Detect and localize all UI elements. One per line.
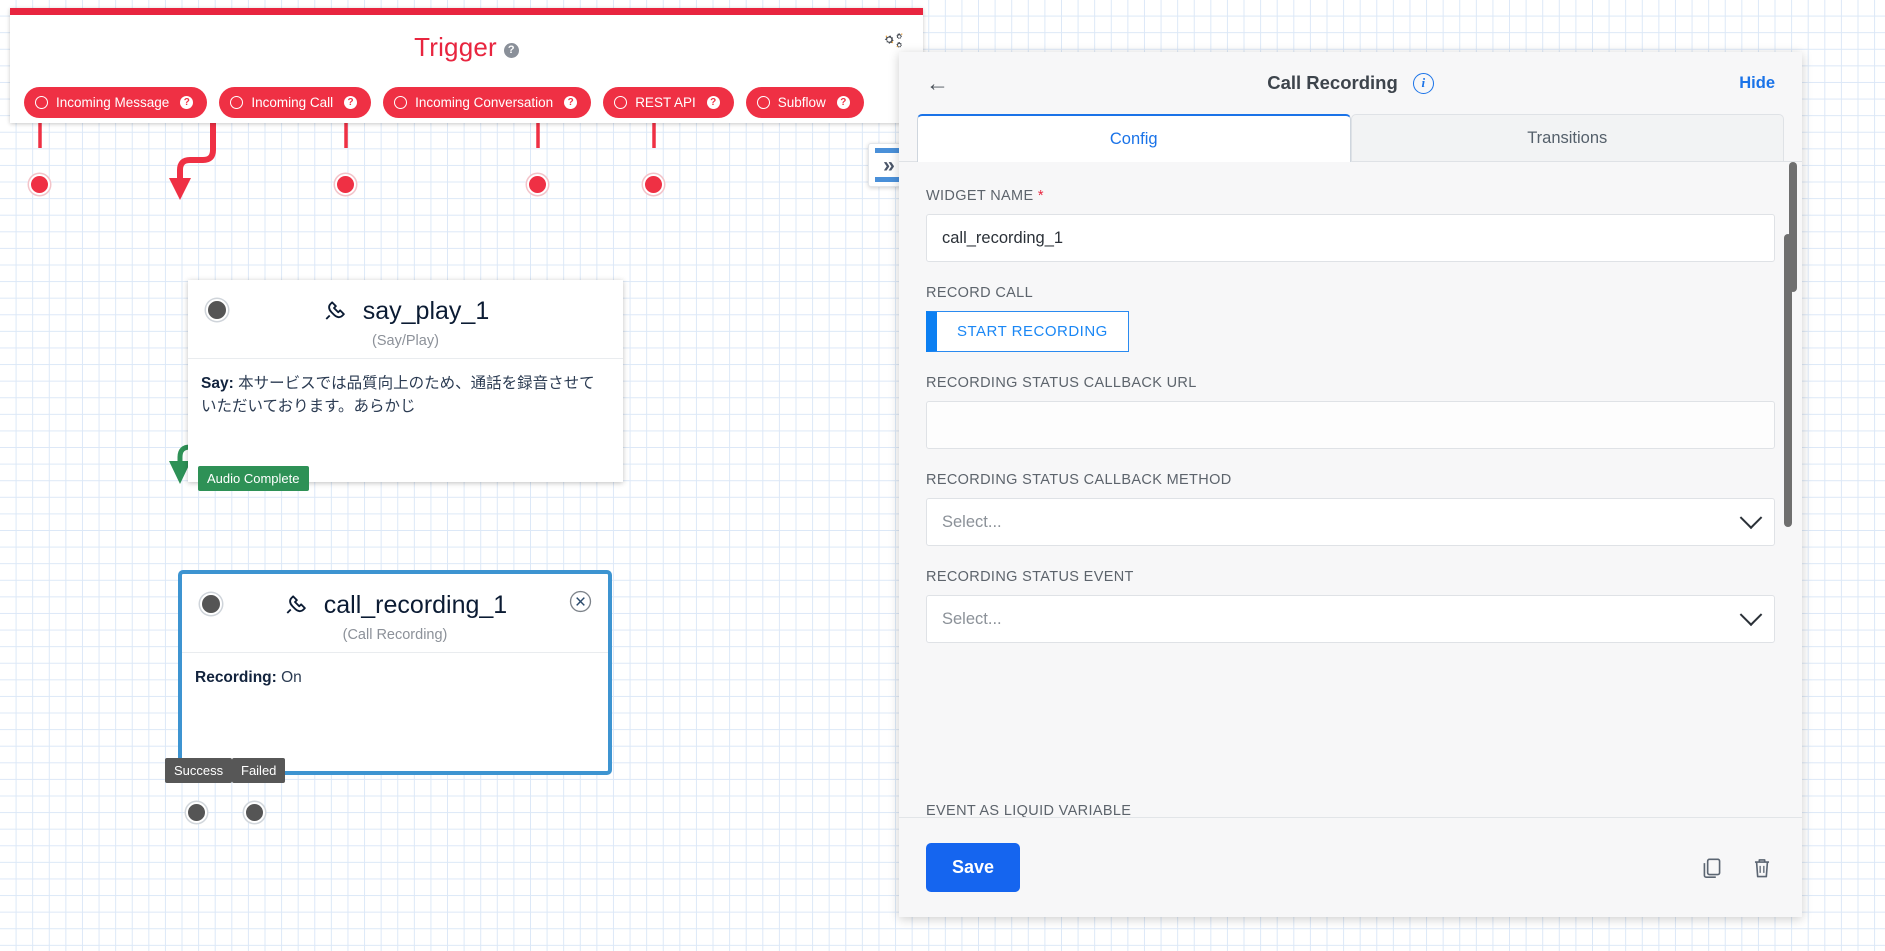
hide-panel-button[interactable]: Hide (1739, 74, 1775, 93)
node-body: Recording: On (182, 652, 608, 697)
port-ring-icon (230, 96, 244, 109)
tab-transitions[interactable]: Transitions (1350, 114, 1784, 161)
panel-footer: Save (899, 817, 1802, 917)
status-event-select[interactable]: Select... (926, 595, 1775, 643)
save-button[interactable]: Save (926, 843, 1021, 892)
port-ring-icon (394, 96, 408, 109)
pill-help-icon[interactable]: ? (836, 96, 850, 109)
node-type: (Say/Play) (372, 333, 439, 349)
transition-output-dot-failed[interactable] (244, 802, 265, 823)
pill-label: Incoming Message (56, 95, 170, 110)
trigger-card: Trigger? Incoming Message ? Incoming Cal… (10, 8, 923, 123)
footer-icon-group (1699, 855, 1775, 881)
pill-help-icon[interactable]: ? (344, 96, 358, 109)
panel-title-group: Call Recording i (899, 72, 1802, 94)
node-body: Say: 本サービスでは品質向上のため、通話を録音させていただいております。あら… (188, 358, 623, 427)
chevron-down-icon (1739, 506, 1763, 530)
trigger-help-icon[interactable]: ? (503, 43, 519, 58)
pill-label: Incoming Conversation (415, 95, 554, 110)
trigger-title: Trigger? (10, 32, 923, 63)
tab-config[interactable]: Config (917, 114, 1351, 162)
trigger-title-text: Trigger (414, 32, 497, 62)
trigger-output-dot-incoming-message[interactable] (29, 174, 50, 195)
node-name: say_play_1 (362, 296, 490, 325)
trigger-output-dot-rest-api[interactable] (527, 174, 548, 195)
node-header: say_play_1 (Say/Play) (188, 280, 623, 358)
field-widget-name: WIDGET NAME * call_recording_1 (926, 188, 1775, 262)
trigger-output-dot-incoming-conversation[interactable] (335, 174, 356, 195)
node-header: call_recording_1 (Call Recording) (182, 574, 608, 652)
node-body-prefix: Say: (201, 375, 234, 392)
widget-name-input[interactable]: call_recording_1 (926, 214, 1775, 262)
copy-icon[interactable] (1699, 855, 1725, 881)
info-icon[interactable]: i (1412, 72, 1434, 94)
field-record-call: RECORD CALL START RECORDING (926, 285, 1775, 352)
start-recording-button[interactable]: START RECORDING (926, 311, 1129, 352)
field-label-event-as-liquid-variable: EVENT AS LIQUID VARIABLE (926, 803, 1132, 817)
required-marker: * (1037, 188, 1044, 204)
callback-url-input[interactable] (926, 401, 1775, 449)
node-type: (Call Recording) (342, 627, 448, 643)
node-call-recording-1[interactable]: call_recording_1 (Call Recording) Record… (178, 570, 612, 775)
panel-header: ← Call Recording i Hide (899, 52, 1802, 114)
node-say-play-1[interactable]: say_play_1 (Say/Play) Say: 本サービスでは品質向上のた… (188, 280, 623, 482)
field-label-text: WIDGET NAME (926, 188, 1034, 204)
trigger-pill-rest-api[interactable]: REST API ? (603, 87, 734, 118)
trash-icon[interactable] (1749, 855, 1775, 881)
panel-body[interactable]: WIDGET NAME * call_recording_1 RECORD CA… (899, 162, 1802, 817)
pill-label: REST API (635, 95, 696, 110)
double-chevron-right-icon: » (883, 153, 895, 177)
callback-method-select[interactable]: Select... (926, 498, 1775, 546)
node-name: call_recording_1 (323, 590, 508, 619)
phone-handset-icon (325, 301, 345, 320)
pill-help-icon[interactable]: ? (706, 96, 720, 109)
back-arrow-icon[interactable]: ← (926, 71, 949, 95)
trigger-pill-incoming-message[interactable]: Incoming Message ? (24, 87, 208, 118)
trigger-pill-incoming-call[interactable]: Incoming Call ? (219, 87, 372, 118)
transition-chip-audio-complete[interactable]: Audio Complete (198, 466, 309, 491)
field-status-event: RECORDING STATUS EVENT Select... (926, 569, 1775, 643)
transition-output-dot-success[interactable] (186, 802, 207, 823)
trigger-output-dot-subflow[interactable] (643, 174, 664, 195)
node-body-text: On (281, 669, 302, 686)
node-body-text: 本サービスでは品質向上のため、通話を録音させていただいております。あらかじ (201, 375, 595, 416)
field-label: RECORDING STATUS CALLBACK URL (926, 375, 1197, 391)
field-callback-url: RECORDING STATUS CALLBACK URL (926, 375, 1775, 449)
trigger-pill-incoming-conversation[interactable]: Incoming Conversation ? (383, 87, 592, 118)
trigger-pill-list: Incoming Message ? Incoming Call ? Incom… (24, 87, 864, 118)
field-label: RECORDING STATUS EVENT (926, 569, 1134, 585)
pill-label: Incoming Call (251, 95, 334, 110)
field-label: RECORD CALL (926, 285, 1033, 301)
port-ring-icon (614, 96, 628, 109)
node-body-prefix: Recording: (195, 669, 277, 686)
transition-chip-success[interactable]: Success (165, 758, 233, 783)
phone-handset-icon (286, 595, 306, 614)
pill-label: Subflow (777, 95, 826, 110)
select-value: Select... (942, 609, 1002, 628)
panel-title: Call Recording (1267, 72, 1398, 93)
field-label: WIDGET NAME * (926, 188, 1775, 204)
port-ring-icon (35, 96, 48, 109)
flow-canvas[interactable]: Trigger? Incoming Message ? Incoming Cal… (0, 0, 1885, 951)
select-value: Select... (942, 512, 1002, 531)
widget-config-panel: ← Call Recording i Hide Config Transitio… (899, 52, 1802, 917)
port-ring-icon (756, 96, 770, 109)
field-label: RECORDING STATUS CALLBACK METHOD (926, 472, 1232, 488)
panel-tabs: Config Transitions (899, 114, 1802, 162)
panel-scrollbar-inner[interactable] (1784, 234, 1792, 527)
pill-help-icon[interactable]: ? (180, 96, 194, 109)
trigger-pill-subflow[interactable]: Subflow ? (745, 87, 864, 118)
chevron-down-icon (1739, 603, 1763, 627)
field-callback-method: RECORDING STATUS CALLBACK METHOD Select.… (926, 472, 1775, 546)
node-title: call_recording_1 (182, 590, 608, 620)
transition-chip-failed[interactable]: Failed (232, 758, 286, 783)
node-title: say_play_1 (188, 296, 623, 326)
pill-help-icon[interactable]: ? (564, 96, 578, 109)
